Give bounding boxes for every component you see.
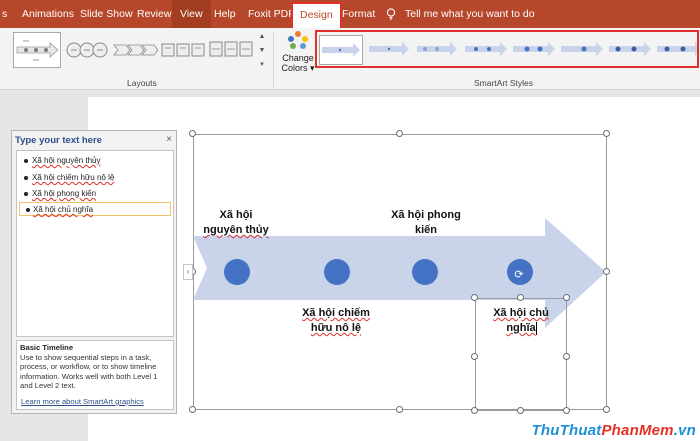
style-thumb-5[interactable] [511, 35, 557, 65]
layout-description: Basic Timeline Use to show sequential st… [16, 340, 174, 410]
style-thumb-7[interactable] [607, 35, 653, 65]
smartart-text-pane: Type your text here × Xã hội nguyên thủy… [11, 130, 177, 414]
smartart-styles-group-label: SmartArt Styles [474, 78, 534, 88]
resize-handle[interactable] [471, 353, 478, 360]
resize-handle[interactable] [396, 130, 403, 137]
timeline-label-3[interactable]: Xã hội phong kiến [376, 208, 476, 238]
style-thumb-6[interactable] [559, 35, 605, 65]
resize-handle[interactable] [471, 294, 478, 301]
style-thumb-8[interactable] [655, 35, 697, 65]
timeline-label-1[interactable]: Xã hội nguyên thủy [196, 208, 276, 238]
layouts-group-label: Layouts [127, 78, 157, 88]
tab-format[interactable]: Format [342, 0, 375, 28]
bullet-icon [24, 176, 28, 180]
ribbon: ▲ ▼ ▾ Layouts Change Colors ▾ SmartArt S… [0, 28, 700, 90]
resize-handle[interactable] [189, 130, 196, 137]
rotate-handle-icon[interactable]: ⟳ [512, 268, 526, 282]
tab-transitions[interactable]: s [2, 0, 7, 28]
list-item-active[interactable]: Xã hội chủ nghĩa [19, 202, 171, 216]
timeline-label-2[interactable]: Xã hội chiếm hữu nô lệ [286, 306, 386, 336]
resize-handle[interactable] [396, 406, 403, 413]
palette-icon [287, 31, 309, 51]
ribbon-divider [273, 32, 274, 88]
text-pane-toggle-icon[interactable]: › [183, 264, 193, 280]
change-colors-label-2: Colors ▾ [281, 63, 315, 73]
layout-chevron-process[interactable] [112, 32, 159, 68]
resize-handle[interactable] [471, 407, 478, 414]
resize-handle[interactable] [517, 294, 524, 301]
timeline-node-1[interactable] [224, 259, 250, 285]
layout-step-process[interactable] [160, 32, 206, 68]
text-pane-list[interactable]: Xã hội nguyên thủy Xã hội chiếm hữu nô l… [16, 150, 174, 337]
timeline-node-2[interactable] [324, 259, 350, 285]
tab-design[interactable]: Design [291, 2, 342, 28]
learn-more-link[interactable]: Learn more about SmartArt graphics [21, 397, 144, 407]
tab-view[interactable]: View [172, 0, 211, 28]
list-item[interactable]: Xã hội chiếm hữu nô lệ [24, 171, 114, 185]
layout-circle-process[interactable] [64, 32, 110, 68]
resize-handle[interactable] [189, 406, 196, 413]
layout-alternating-flow[interactable] [208, 32, 254, 68]
resize-handle[interactable] [563, 353, 570, 360]
tell-me-label: Tell me what you want to do [405, 8, 535, 20]
timeline-node-3[interactable] [412, 259, 438, 285]
close-icon[interactable]: × [166, 134, 172, 145]
tab-review[interactable]: Review [137, 0, 171, 28]
smartart-styles-gallery [315, 30, 699, 68]
style-thumb-1[interactable] [319, 35, 363, 65]
list-item[interactable]: Xã hội phong kiến [24, 187, 96, 201]
resize-handle[interactable] [603, 406, 610, 413]
bullet-icon [26, 208, 30, 212]
more-icon[interactable]: ▾ [257, 58, 267, 72]
resize-handle[interactable] [517, 407, 524, 414]
resize-handle[interactable] [563, 294, 570, 301]
resize-handle[interactable] [603, 268, 610, 275]
layout-description-text: Use to show sequential steps in a task, … [20, 352, 158, 391]
selected-text-box[interactable] [475, 298, 567, 411]
scroll-up-icon[interactable]: ▲ [257, 30, 267, 44]
change-colors-label-1: Change [282, 53, 314, 63]
layout-basic-timeline[interactable] [13, 32, 61, 68]
watermark-logo: ThuThuatPhanMem.vn [531, 422, 696, 439]
layout-name: Basic Timeline [20, 343, 74, 352]
change-colors-button[interactable]: Change Colors ▾ [281, 31, 315, 75]
list-item[interactable]: Xã hội nguyên thủy [24, 154, 101, 168]
style-thumb-4[interactable] [463, 35, 509, 65]
lightbulb-icon [386, 8, 396, 20]
resize-handle[interactable] [603, 130, 610, 137]
bullet-icon [24, 192, 28, 196]
ribbon-tab-bar: s Animations Slide Show Review View Help… [0, 0, 700, 28]
tab-slide-show[interactable]: Slide Show [80, 0, 133, 28]
tab-foxit-pdf[interactable]: Foxit PDF [248, 0, 295, 28]
tab-animations[interactable]: Animations [22, 0, 74, 28]
style-thumb-2[interactable] [367, 35, 411, 65]
style-thumb-3[interactable] [415, 35, 459, 65]
text-pane-title: Type your text here [15, 135, 102, 146]
layouts-scroll[interactable]: ▲ ▼ ▾ [257, 30, 267, 72]
resize-handle[interactable] [563, 407, 570, 414]
tab-help[interactable]: Help [214, 0, 236, 28]
bullet-icon [24, 159, 28, 163]
tell-me-search[interactable]: Tell me what you want to do [386, 0, 535, 28]
scroll-down-icon[interactable]: ▼ [257, 44, 267, 58]
